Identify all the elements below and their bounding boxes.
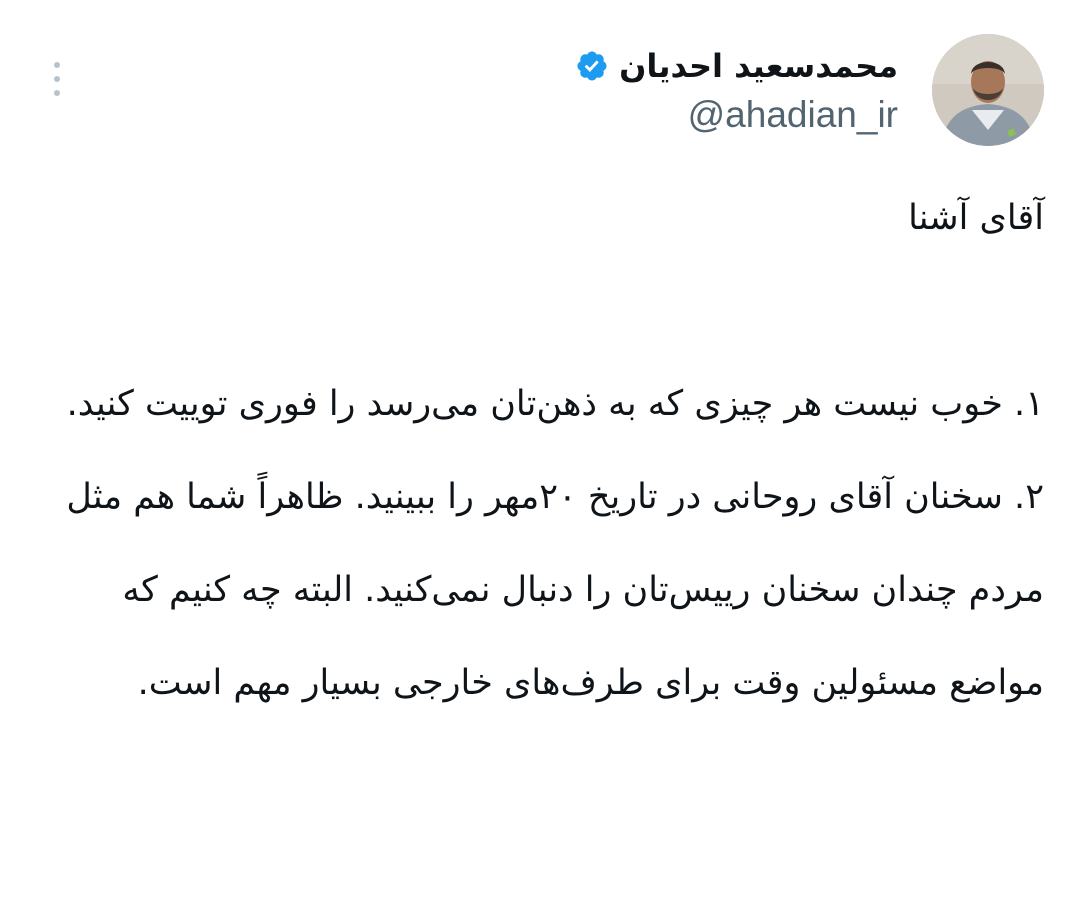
more-dot-icon [54,76,60,82]
author-handle[interactable]: @ahadian_ir [575,94,898,136]
more-dot-icon [54,90,60,96]
avatar[interactable] [932,34,1044,146]
tweet-card: محمدسعید احدیان @ahadian_ir آقای آشنا ۱.… [0,0,1080,907]
tweet-paragraph-2: ۲. سخنان آقای روحانی در تاریخ ۲۰مهر را ب… [66,477,1044,703]
more-dot-icon [54,62,60,68]
author-name-row: محمدسعید احدیان [575,38,898,94]
verified-badge-icon [575,49,609,83]
tweet-paragraph-1: ۱. خوب نیست هر چیزی که به ذهن‌تان می‌رسد… [66,384,1044,424]
tweet-greeting: آقای آشنا [908,198,1044,238]
author-info: محمدسعید احدیان @ahadian_ir [575,38,898,136]
more-options-button[interactable] [44,56,70,102]
author-display-name[interactable]: محمدسعید احدیان [619,47,898,85]
tweet-text: آقای آشنا ۱. خوب نیست هر چیزی که به ذهن‌… [54,172,1044,730]
